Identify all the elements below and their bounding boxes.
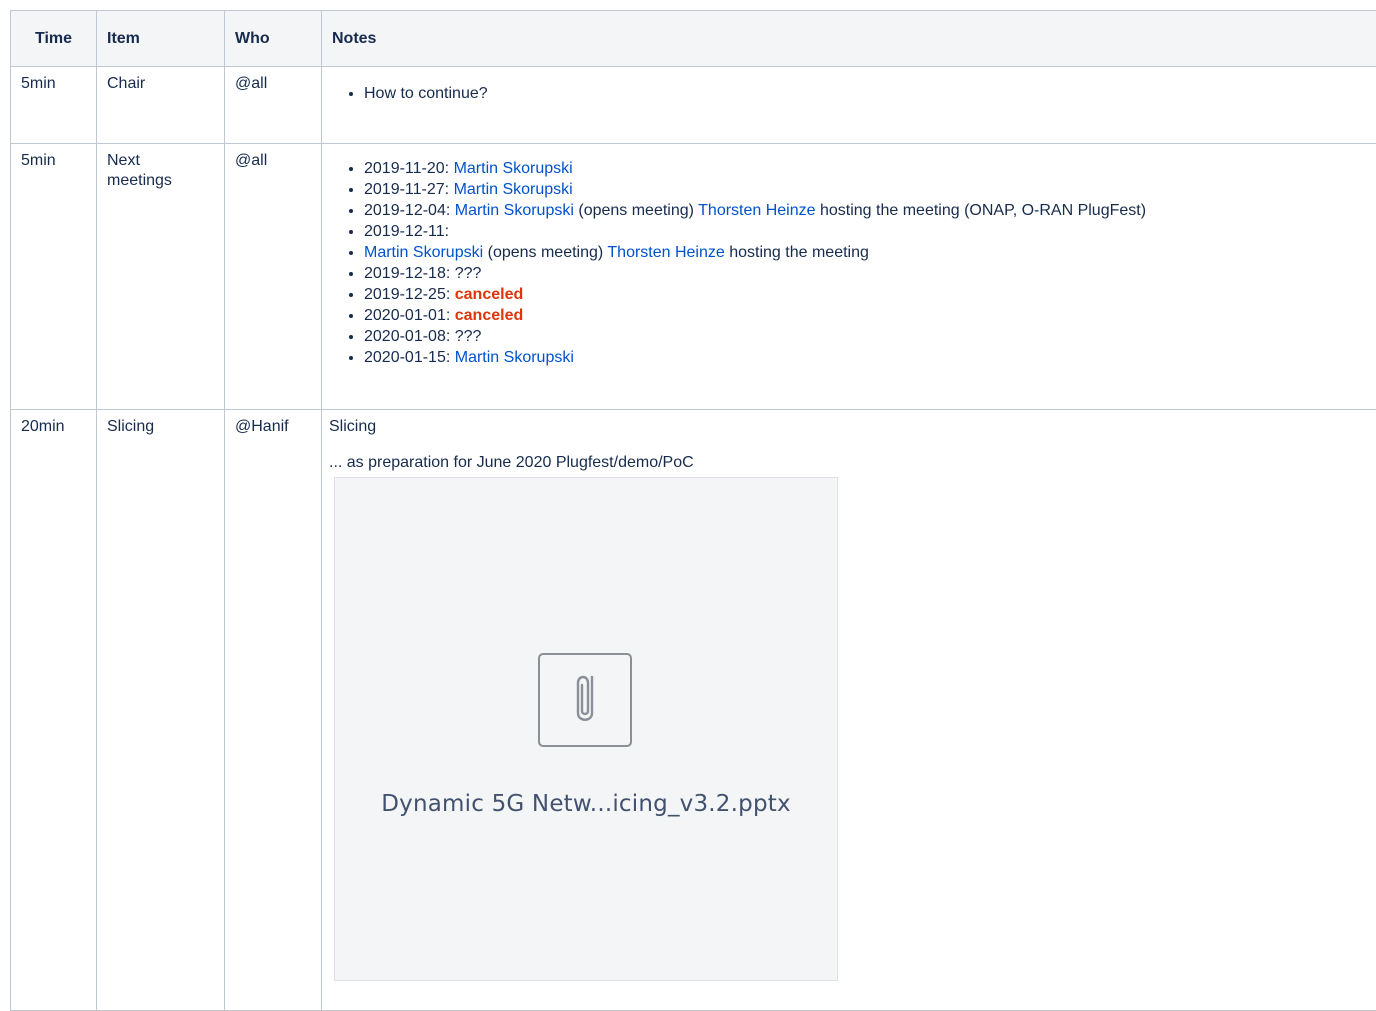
list-item: 2019-12-04: Martin Skorupski (opens meet… (364, 200, 1376, 221)
cell-who: @all (225, 144, 322, 410)
header-item[interactable]: Item (97, 11, 225, 67)
table-row: 20min Slicing @Hanif Slicing ... as prep… (11, 410, 1376, 1011)
list-item: 2019-11-20: Martin Skorupski (364, 158, 1376, 179)
header-time[interactable]: Time (11, 11, 97, 67)
meeting-date: 2020-01-01: (364, 307, 450, 324)
table-row: 5min Next meetings @all 2019-11-20: Mart… (11, 144, 1376, 410)
canceled-status: canceled (455, 307, 523, 324)
list-item: 2019-12-25: canceled (364, 284, 1376, 305)
meeting-date: 2019-12-25: (364, 286, 450, 303)
header-notes[interactable]: Notes (322, 11, 1376, 67)
list-item: 2020-01-15: Martin Skorupski (364, 347, 1376, 368)
list-item: 2020-01-01: canceled (364, 305, 1376, 326)
cell-item: Chair (97, 67, 225, 144)
user-link-thorsten-heinze[interactable]: Thorsten Heinze (607, 244, 724, 261)
list-item: 2019-12-18: ??? (364, 263, 1376, 284)
user-link-martin-skorupski[interactable]: Martin Skorupski (364, 244, 483, 261)
user-link-martin-skorupski[interactable]: Martin Skorupski (454, 181, 573, 198)
meeting-date: 2019-11-20: (364, 160, 449, 177)
meeting-date: 2019-12-11: (364, 223, 449, 240)
canceled-status: canceled (455, 286, 523, 303)
cell-who: @all (225, 67, 322, 144)
cell-notes: How to continue? (322, 67, 1376, 144)
header-who[interactable]: Who (225, 11, 322, 67)
cell-item: Next meetings (97, 144, 225, 410)
meeting-detail: hosting the meeting (729, 244, 869, 261)
list-item: 2019-12-11: (364, 221, 1376, 242)
list-item: Martin Skorupski (opens meeting) Thorste… (364, 242, 1376, 263)
cell-time: 20min (11, 410, 97, 1011)
meeting-date: 2019-11-27: (364, 181, 449, 198)
attachment-filename[interactable]: Dynamic 5G Netw...icing_v3.2.pptx (335, 791, 837, 817)
table-row: 5min Chair @all How to continue? (11, 67, 1376, 144)
attachment-preview[interactable]: Dynamic 5G Netw...icing_v3.2.pptx (334, 477, 838, 981)
paperclip-icon (538, 653, 632, 747)
meeting-date: 2019-12-18: (364, 265, 450, 282)
meeting-date: 2019-12-04: (364, 202, 450, 219)
meeting-detail: hosting the meeting (ONAP, O-RAN PlugFes… (820, 202, 1146, 219)
meeting-role: (opens meeting) (488, 244, 604, 261)
notes-list: How to continue? (322, 83, 1376, 104)
meeting-role: (opens meeting) (578, 202, 694, 219)
user-link-thorsten-heinze[interactable]: Thorsten Heinze (698, 202, 815, 219)
cell-notes: Slicing ... as preparation for June 2020… (322, 410, 1376, 1011)
meeting-date: 2020-01-15: (364, 349, 450, 366)
user-link-martin-skorupski[interactable]: Martin Skorupski (455, 202, 574, 219)
next-meetings-list: 2019-11-20: Martin Skorupski 2019-11-27:… (322, 158, 1376, 368)
list-item: 2019-11-27: Martin Skorupski (364, 179, 1376, 200)
cell-time: 5min (11, 144, 97, 410)
slicing-heading: Slicing (329, 417, 1376, 437)
meeting-date: 2020-01-08: (364, 328, 450, 345)
meeting-detail: ??? (455, 328, 482, 345)
paperclip-glyph (566, 669, 604, 731)
slicing-notes: Slicing ... as preparation for June 2020… (322, 410, 1376, 981)
user-link-martin-skorupski[interactable]: Martin Skorupski (455, 349, 574, 366)
cell-notes: 2019-11-20: Martin Skorupski 2019-11-27:… (322, 144, 1376, 410)
list-item: How to continue? (364, 83, 1376, 104)
table-header-row: Time Item Who Notes (11, 11, 1376, 67)
list-item: 2020-01-08: ??? (364, 326, 1376, 347)
meeting-agenda-table: Time Item Who Notes 5min Chair @all How … (10, 10, 1376, 1011)
cell-who: @Hanif (225, 410, 322, 1011)
meeting-detail: ??? (455, 265, 482, 282)
user-link-martin-skorupski[interactable]: Martin Skorupski (454, 160, 573, 177)
cell-time: 5min (11, 67, 97, 144)
slicing-subtitle: ... as preparation for June 2020 Plugfes… (329, 453, 1376, 473)
cell-item: Slicing (97, 410, 225, 1011)
